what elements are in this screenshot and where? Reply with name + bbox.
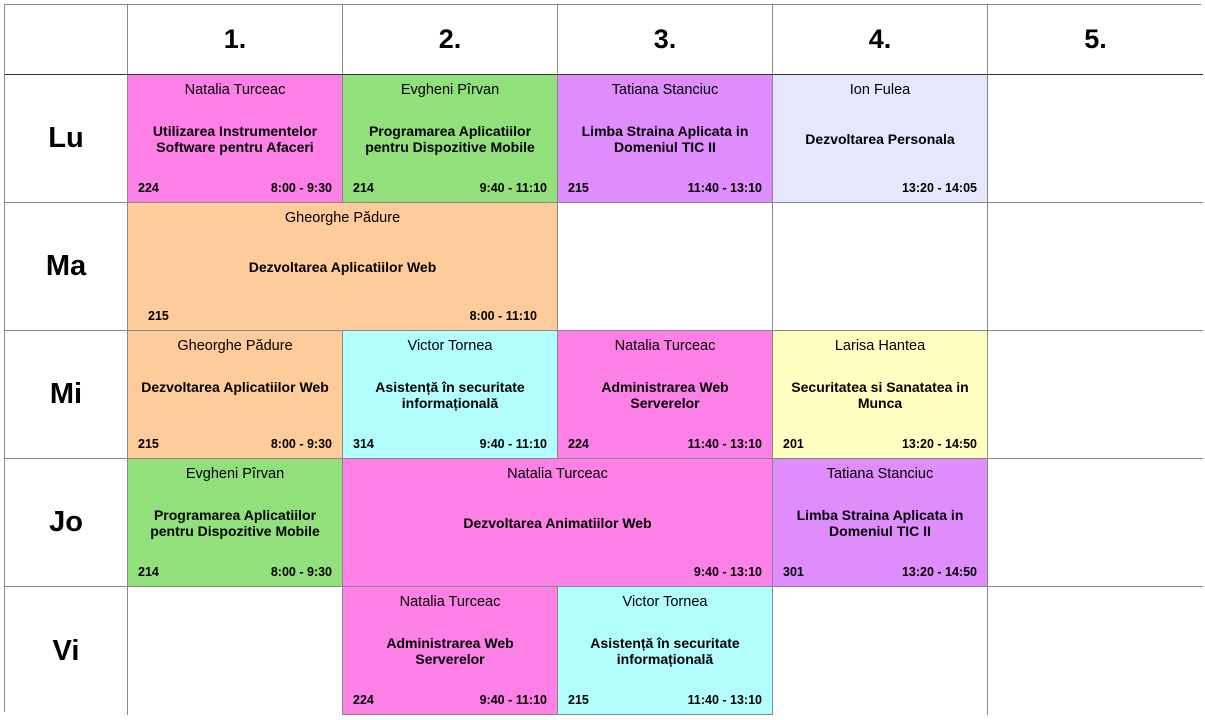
lesson-ma-1[interactable]: Gheorghe Pădure Dezvoltarea Aplicatiilor…	[128, 203, 558, 331]
lesson-subject: Dezvoltarea Animatiilor Web	[463, 515, 652, 531]
lesson-time: 9:40 - 11:10	[479, 693, 547, 707]
lesson-room: 224	[568, 437, 589, 451]
lesson-jo-4[interactable]: Tatiana Stanciuc Limba Straina Aplicata …	[773, 459, 988, 587]
lesson-mi-4[interactable]: Larisa Hantea Securitatea si Sanatatea i…	[773, 331, 988, 459]
empty-slot	[773, 587, 988, 715]
lesson-subject: Dezvoltarea Personala	[805, 131, 955, 147]
lesson-mi-3[interactable]: Natalia Turceac Administrarea Web Server…	[558, 331, 773, 459]
lesson-subject: Administrarea Web Serverelor	[386, 635, 514, 667]
lesson-teacher: Natalia Turceac	[507, 466, 608, 482]
column-header-2: 2.	[343, 5, 558, 75]
empty-slot	[773, 203, 988, 331]
lesson-teacher: Tatiana Stanciuc	[611, 82, 719, 98]
lesson-time: 11:40 - 13:10	[687, 437, 762, 451]
day-label-vi: Vi	[5, 587, 128, 715]
column-header-5: 5.	[988, 5, 1203, 75]
lesson-subject: Asistență în securitate informațională	[375, 379, 525, 411]
lesson-time: 11:40 - 13:10	[687, 181, 762, 195]
lesson-time: 8:00 - 11:10	[469, 309, 537, 323]
lesson-subject: Dezvoltarea Aplicatiilor Web	[141, 379, 329, 395]
lesson-subject: Asistență în securitate informațională	[590, 635, 740, 667]
lesson-room: 214	[353, 181, 374, 195]
corner-cell	[5, 5, 128, 75]
lesson-jo-1[interactable]: Evgheni Pîrvan Programarea Aplicatiilor …	[128, 459, 343, 587]
lesson-room: 314	[353, 437, 374, 451]
lesson-teacher: Larisa Hantea	[834, 338, 926, 354]
lesson-subject: Dezvoltarea Aplicatiilor Web	[248, 259, 437, 275]
column-header-1: 1.	[128, 5, 343, 75]
lesson-time: 8:00 - 9:30	[270, 437, 332, 451]
lesson-time: 13:20 - 14:50	[901, 437, 977, 451]
lesson-time: 8:00 - 9:30	[270, 181, 332, 195]
lesson-room: 215	[568, 181, 589, 195]
lesson-room: 215	[148, 309, 169, 323]
lesson-teacher: Victor Tornea	[407, 338, 493, 354]
lesson-vi-2[interactable]: Natalia Turceac Administrarea Web Server…	[343, 587, 558, 715]
column-header-3: 3.	[558, 5, 773, 75]
empty-slot	[988, 459, 1203, 587]
lesson-jo-2[interactable]: Natalia Turceac Dezvoltarea Animatiilor …	[343, 459, 773, 587]
lesson-lu-4[interactable]: Ion Fulea Dezvoltarea Personala 13:20 - …	[773, 75, 988, 203]
column-header-4: 4.	[773, 5, 988, 75]
lesson-teacher: Gheorghe Pădure	[284, 210, 401, 226]
empty-slot	[988, 587, 1203, 715]
lesson-lu-2[interactable]: Evgheni Pîrvan Programarea Aplicatiilor …	[343, 75, 558, 203]
lesson-time: 11:40 - 13:10	[687, 693, 762, 707]
day-label-lu: Lu	[5, 75, 128, 203]
lesson-time: 13:20 - 14:05	[901, 181, 977, 195]
lesson-teacher: Natalia Turceac	[399, 594, 501, 610]
lesson-teacher: Gheorghe Pădure	[177, 338, 293, 354]
lesson-teacher: Evgheni Pîrvan	[185, 466, 285, 482]
lesson-mi-2[interactable]: Victor Tornea Asistență în securitate in…	[343, 331, 558, 459]
lesson-room: 215	[138, 437, 159, 451]
lesson-room: 201	[783, 437, 804, 451]
lesson-teacher: Evgheni Pîrvan	[400, 82, 500, 98]
lesson-teacher: Tatiana Stanciuc	[826, 466, 934, 482]
lesson-time: 9:40 - 13:10	[693, 565, 762, 579]
lesson-lu-3[interactable]: Tatiana Stanciuc Limba Straina Aplicata …	[558, 75, 773, 203]
empty-slot	[988, 331, 1203, 459]
lesson-room: 224	[353, 693, 374, 707]
lesson-teacher: Victor Tornea	[622, 594, 708, 610]
day-label-jo: Jo	[5, 459, 128, 587]
lesson-teacher: Ion Fulea	[849, 82, 911, 98]
lesson-subject: Programarea Aplicatiilor pentru Dispozit…	[150, 507, 320, 539]
lesson-subject: Limba Straina Aplicata in Domeniul TIC I…	[796, 507, 964, 539]
empty-slot	[558, 203, 773, 331]
lesson-room: 224	[138, 181, 159, 195]
empty-slot	[128, 587, 343, 715]
empty-slot	[988, 75, 1203, 203]
lesson-subject: Securitatea si Sanatatea in Munca	[791, 379, 969, 411]
lesson-time: 9:40 - 11:10	[479, 437, 547, 451]
lesson-time: 9:40 - 11:10	[479, 181, 547, 195]
day-label-ma: Ma	[5, 203, 128, 331]
lesson-room: 215	[568, 693, 589, 707]
timetable-grid: 1. 2. 3. 4. 5. Lu Ma Mi Jo Vi Natalia Tu…	[4, 4, 1203, 715]
lesson-lu-1[interactable]: Natalia Turceac Utilizarea Instrumentelo…	[128, 75, 343, 203]
lesson-subject: Limba Straina Aplicata in Domeniul TIC I…	[581, 123, 749, 155]
lesson-subject: Utilizarea Instrumentelor Software pentr…	[152, 123, 318, 155]
lesson-subject: Administrarea Web Serverelor	[601, 379, 729, 411]
lesson-room: 301	[783, 565, 804, 579]
lesson-vi-3[interactable]: Victor Tornea Asistență în securitate in…	[558, 587, 773, 715]
lesson-time: 8:00 - 9:30	[270, 565, 332, 579]
lesson-teacher: Natalia Turceac	[184, 82, 286, 98]
lesson-subject: Programarea Aplicatiilor pentru Dispozit…	[365, 123, 535, 155]
lesson-mi-1[interactable]: Gheorghe Pădure Dezvoltarea Aplicatiilor…	[128, 331, 343, 459]
lesson-teacher: Natalia Turceac	[614, 338, 716, 354]
day-label-mi: Mi	[5, 331, 128, 459]
empty-slot	[988, 203, 1203, 331]
lesson-time: 13:20 - 14:50	[901, 565, 977, 579]
lesson-room: 214	[138, 565, 159, 579]
